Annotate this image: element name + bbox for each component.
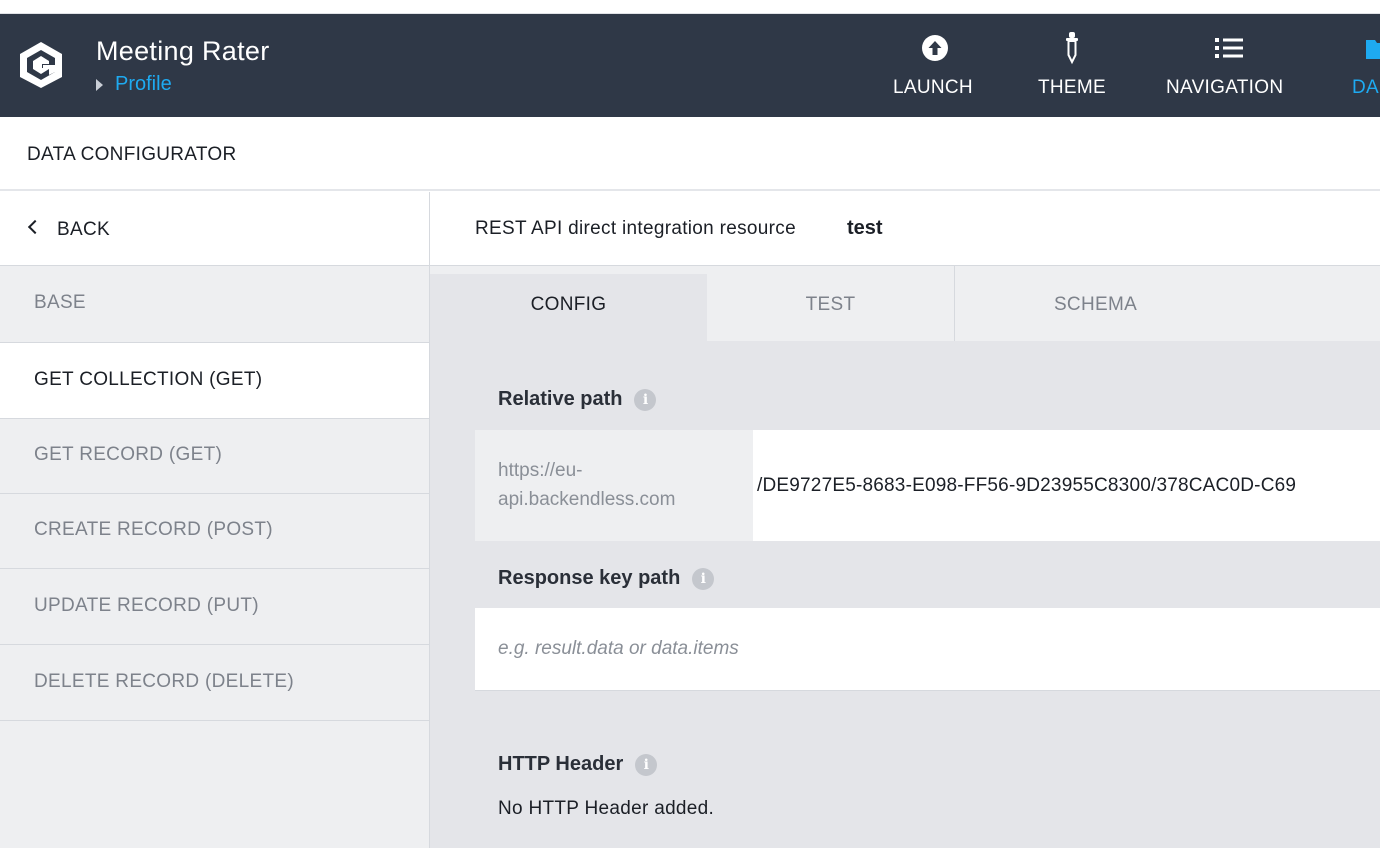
- info-icon[interactable]: i: [634, 388, 657, 411]
- tab-config-label: CONFIG: [530, 294, 607, 315]
- relative-path-row: https://eu-api.backendless.com: [475, 430, 1380, 541]
- back-button[interactable]: BACK: [0, 192, 429, 266]
- nav-data-label: DA: [1352, 77, 1379, 98]
- resource-type-label: REST API direct integration resource: [475, 218, 796, 239]
- relative-path-input[interactable]: [753, 430, 1380, 541]
- upload-circle-icon: [921, 34, 949, 62]
- base-url-text: https://eu-api.backendless.com: [498, 460, 676, 510]
- app-logo-icon[interactable]: [18, 41, 64, 89]
- top-strip: [0, 0, 1380, 14]
- http-header-label-text: HTTP Header: [498, 753, 624, 775]
- no-http-header-text: No HTTP Header added.: [498, 798, 715, 819]
- list-icon: [1215, 34, 1243, 62]
- response-key-label: Response key path i: [498, 567, 715, 590]
- sidebar-item-label: CREATE RECORD (POST): [34, 519, 273, 540]
- info-icon[interactable]: i: [635, 753, 658, 776]
- sidebar-item-get-record[interactable]: GET RECORD (GET): [0, 418, 429, 494]
- sidebar-item-label: GET COLLECTION (GET): [34, 369, 263, 390]
- app-header: Meeting Rater Profile LAUNCH THEME NAVIG…: [0, 14, 1380, 117]
- relative-path-label-text: Relative path: [498, 388, 623, 410]
- base-url-prefix: https://eu-api.backendless.com: [475, 430, 753, 541]
- sidebar-item-label: GET RECORD (GET): [34, 444, 223, 465]
- breadcrumb-profile[interactable]: Profile: [115, 73, 172, 96]
- sidebar-item-get-collection[interactable]: GET COLLECTION (GET): [0, 343, 429, 419]
- sidebar-item-create-record[interactable]: CREATE RECORD (POST): [0, 493, 429, 569]
- info-icon[interactable]: i: [692, 567, 715, 590]
- caret-right-icon: [96, 78, 103, 91]
- tab-schema-label: SCHEMA: [1053, 294, 1138, 315]
- app-title: Meeting Rater: [96, 36, 270, 66]
- sidebar-item-label: UPDATE RECORD (PUT): [34, 595, 259, 616]
- tab-test-label: TEST: [805, 294, 856, 315]
- tab-bar: CONFIG TEST SCHEMA: [430, 266, 1380, 341]
- sidebar: BACK BASE GET COLLECTION (GET) GET RECOR…: [0, 192, 430, 848]
- sidebar-item-label: DELETE RECORD (DELETE): [34, 671, 294, 692]
- nav-theme-label: THEME: [1038, 77, 1106, 98]
- response-key-label-text: Response key path: [498, 567, 681, 589]
- nav-launch-label: LAUNCH: [893, 77, 973, 98]
- tab-test[interactable]: TEST: [707, 274, 954, 341]
- tab-config[interactable]: CONFIG: [430, 274, 707, 341]
- page-title-bar: DATA CONFIGURATOR: [0, 117, 1380, 191]
- sidebar-item-label: BASE: [34, 292, 86, 313]
- resource-header: REST API direct integration resource tes…: [430, 192, 1380, 266]
- folder-icon: [1366, 34, 1380, 62]
- chevron-left-icon: [27, 219, 43, 235]
- tab-schema[interactable]: SCHEMA: [955, 274, 1236, 341]
- nav-navigation-label: NAVIGATION: [1166, 77, 1284, 98]
- sidebar-item-delete-record[interactable]: DELETE RECORD (DELETE): [0, 645, 429, 721]
- http-header-label: HTTP Header i: [498, 753, 658, 776]
- sidebar-item-update-record[interactable]: UPDATE RECORD (PUT): [0, 569, 429, 645]
- resource-name: test: [847, 217, 883, 239]
- breadcrumb[interactable]: Profile: [96, 73, 172, 96]
- main-panel: REST API direct integration resource tes…: [430, 192, 1380, 848]
- back-label: BACK: [57, 219, 110, 240]
- response-key-input[interactable]: [475, 608, 1380, 691]
- sidebar-item-base[interactable]: BASE: [0, 267, 429, 343]
- page-title: DATA CONFIGURATOR: [27, 144, 237, 165]
- eyedropper-icon: [1064, 31, 1080, 65]
- relative-path-label: Relative path i: [498, 388, 657, 411]
